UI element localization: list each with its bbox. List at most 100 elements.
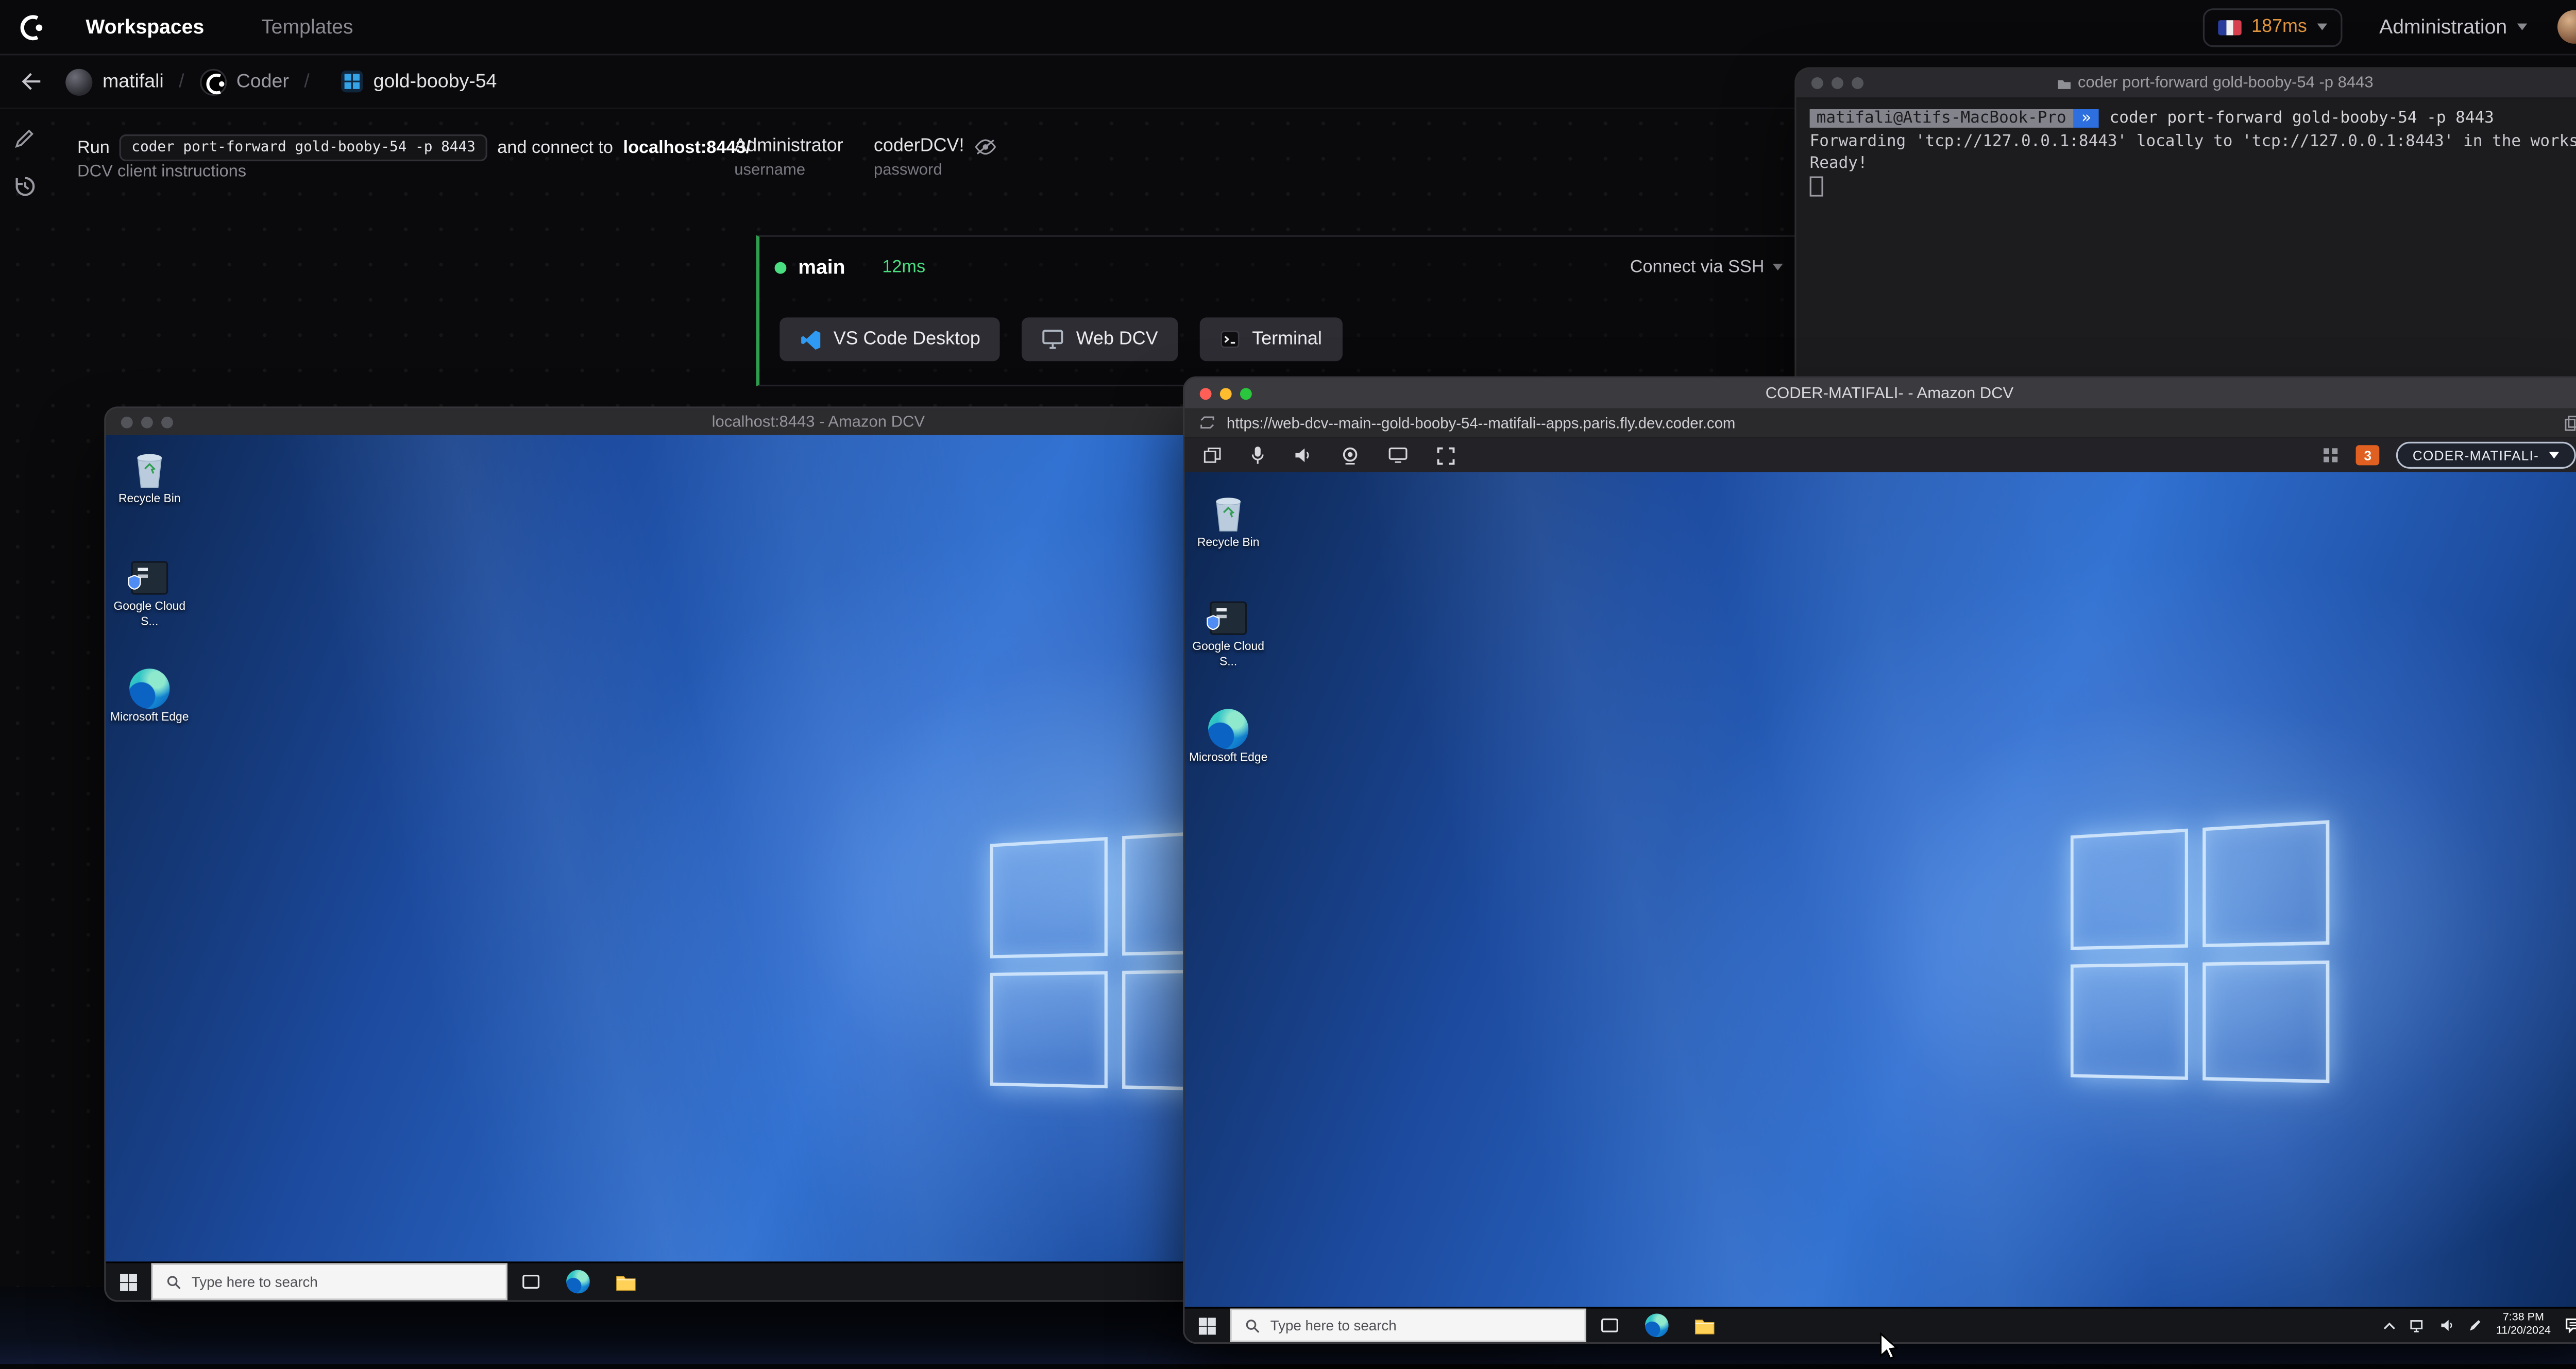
fullscreen-icon[interactable] xyxy=(1437,446,1455,465)
minimize-button[interactable] xyxy=(141,416,153,428)
desktop-icon-label: Recycle Bin xyxy=(118,493,181,506)
connect-text: and connect to xyxy=(497,138,613,158)
terminal-icon xyxy=(1220,329,1240,349)
speaker-icon[interactable] xyxy=(1294,447,1312,464)
desktop-icon-recycle-bin[interactable]: Recycle Bin xyxy=(1184,492,1272,552)
back-arrow-icon[interactable] xyxy=(20,72,42,91)
user-count-badge[interactable]: 3 xyxy=(2356,445,2379,466)
history-icon[interactable] xyxy=(13,175,39,200)
taskbar-search[interactable]: Type here to search xyxy=(151,1263,507,1300)
user-avatar[interactable] xyxy=(2557,10,2576,44)
coder-logo-icon[interactable] xyxy=(17,12,45,41)
edit-icon[interactable] xyxy=(13,128,39,153)
dcv-client-instructions-link[interactable]: DCV client instructions xyxy=(77,163,246,181)
desktop-icon-edge[interactable]: Microsoft Edge xyxy=(1184,707,1272,767)
terminal-output-line: Forwarding 'tcp://127.0.0.1:8443' locall… xyxy=(1809,132,2576,150)
windows-desktop: Recycle Bin Google Cloud S... Microsoft … xyxy=(1184,472,2576,1307)
web-dcv-button[interactable]: Web DCV xyxy=(1022,317,1178,362)
mouse-cursor xyxy=(1878,1331,1899,1369)
windows-workspace-icon xyxy=(341,70,364,93)
start-button[interactable] xyxy=(1184,1309,1230,1342)
ssh-label: Connect via SSH xyxy=(1630,257,1765,278)
nav-templates[interactable]: Templates xyxy=(261,15,353,39)
chevron-up-icon[interactable] xyxy=(2383,1321,2397,1329)
close-button[interactable] xyxy=(1199,387,1212,399)
microphone-icon[interactable] xyxy=(1250,445,1265,465)
pen-icon[interactable] xyxy=(2469,1319,2483,1332)
session-name: CODER-MATIFALI- xyxy=(2412,448,2539,463)
connect-via-ssh-button[interactable]: Connect via SSH xyxy=(1630,257,1783,277)
port-forward-command[interactable]: coder port-forward gold-booby-54 -p 8443 xyxy=(120,134,487,162)
task-view-button[interactable] xyxy=(507,1263,554,1300)
webcam-icon[interactable] xyxy=(1341,446,1360,465)
chevron-down-icon xyxy=(2517,23,2528,30)
powerline-arrow-icon: » xyxy=(2073,109,2100,128)
search-placeholder: Type here to search xyxy=(191,1273,318,1290)
site-icon xyxy=(1200,415,1215,430)
url-text[interactable]: https://web-dcv--main--gold-booby-54--ma… xyxy=(1227,414,2552,431)
desktop-icon-edge[interactable]: Microsoft Edge xyxy=(106,667,193,727)
terminal-prompt-line: matifali@Atifs-MacBook-Pro» coder port-fo… xyxy=(1809,108,2576,130)
breadcrumb-template[interactable]: Coder xyxy=(236,72,289,92)
zoom-button[interactable] xyxy=(161,416,173,428)
windows-session-icon[interactable] xyxy=(1203,447,1222,464)
resource-header: main 12ms Connect via SSH xyxy=(759,237,1803,279)
terminal-button[interactable]: Terminal xyxy=(1200,317,1343,362)
resource-latency: 12ms xyxy=(882,257,926,278)
system-tray: 7:38 PM 11/20/2024 xyxy=(2383,1309,2576,1342)
port-forward-instruction: Run coder port-forward gold-booby-54 -p … xyxy=(77,134,751,162)
dcv-window-web[interactable]: CODER-MATIFALI- - Amazon DCV https://web… xyxy=(1183,376,2576,1344)
resource-name: main xyxy=(798,255,845,279)
display-icon[interactable] xyxy=(1388,447,1408,464)
edge-taskbar-button[interactable] xyxy=(554,1263,601,1300)
prompt-host: matifali@Atifs-MacBook-Pro xyxy=(1809,109,2073,128)
minimize-button[interactable] xyxy=(1219,387,1232,399)
task-view-button[interactable] xyxy=(1586,1309,1633,1342)
administration-menu[interactable]: Administration xyxy=(2379,15,2528,39)
zoom-button[interactable] xyxy=(1852,77,1863,89)
nav-workspaces[interactable]: Workspaces xyxy=(86,15,204,39)
terminal-titlebar[interactable]: coder port-forward gold-booby-54 -p 8443 xyxy=(1796,69,2576,99)
copy-icon[interactable] xyxy=(2564,414,2576,431)
desktop-icon-recycle-bin[interactable]: Recycle Bin xyxy=(106,449,193,508)
status-dot xyxy=(774,261,787,273)
desktop-icon-google-cloud[interactable]: Google Cloud S... xyxy=(106,556,193,630)
password-credential: coderDCV! password xyxy=(874,136,996,180)
edge-icon xyxy=(1207,707,1250,751)
breadcrumb-workspace[interactable]: gold-booby-54 xyxy=(374,72,497,92)
username-value: Administrator xyxy=(734,136,843,157)
desktop-icon-google-cloud[interactable]: Google Cloud S... xyxy=(1184,596,1272,671)
close-button[interactable] xyxy=(1811,77,1823,89)
window-titlebar[interactable]: CODER-MATIFALI- - Amazon DCV xyxy=(1184,378,2576,408)
latency-pill[interactable]: 187ms xyxy=(2202,7,2343,46)
taskbar-clock[interactable]: 7:38 PM 11/20/2024 xyxy=(2496,1313,2551,1339)
file-explorer-button[interactable] xyxy=(1680,1309,1727,1342)
url-bar[interactable]: https://web-dcv--main--gold-booby-54--ma… xyxy=(1184,408,2576,439)
recycle-bin-icon xyxy=(128,449,172,492)
run-prefix: Run xyxy=(77,138,110,158)
zoom-button[interactable] xyxy=(1240,387,1252,399)
breadcrumb-owner[interactable]: matifali xyxy=(103,72,164,92)
edge-taskbar-button[interactable] xyxy=(1633,1309,1680,1342)
button-label: Terminal xyxy=(1252,329,1322,350)
button-label: Web DCV xyxy=(1076,329,1158,350)
taskbar-search[interactable]: Type here to search xyxy=(1230,1308,1586,1342)
windows-logo xyxy=(2070,820,2330,1084)
minimize-button[interactable] xyxy=(1832,77,1843,89)
password-value: coderDCV! xyxy=(873,136,964,157)
terminal-output-line: Ready! xyxy=(1809,155,1868,173)
administration-label: Administration xyxy=(2379,15,2507,39)
network-icon[interactable] xyxy=(2411,1318,2428,1333)
eye-off-icon[interactable] xyxy=(974,137,996,156)
owner-avatar xyxy=(65,68,93,95)
vscode-desktop-button[interactable]: VS Code Desktop xyxy=(779,317,1001,362)
monitor-icon xyxy=(1043,329,1064,349)
volume-icon[interactable] xyxy=(2441,1319,2455,1332)
close-button[interactable] xyxy=(121,416,133,428)
start-button[interactable] xyxy=(106,1263,151,1300)
collaborators-grid-icon[interactable] xyxy=(2323,447,2340,464)
session-dropdown[interactable]: CODER-MATIFALI- xyxy=(2396,441,2576,469)
action-center-icon[interactable] xyxy=(2564,1317,2576,1334)
file-explorer-button[interactable] xyxy=(602,1263,649,1300)
folder-icon xyxy=(2056,76,2071,90)
